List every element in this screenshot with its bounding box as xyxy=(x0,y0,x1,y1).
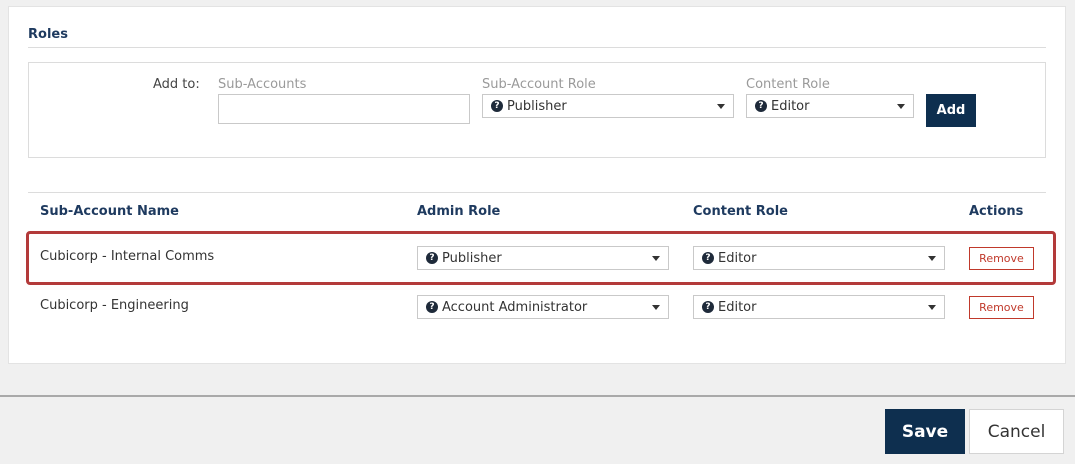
admin-role-select[interactable]: ? Account Administrator xyxy=(417,295,669,319)
sub-account-role-label: Sub-Account Role xyxy=(482,77,596,92)
question-circle-icon: ? xyxy=(426,301,438,313)
sub-accounts-input[interactable] xyxy=(218,94,470,124)
column-header-actions: Actions xyxy=(969,204,1024,219)
sub-account-role-select[interactable]: ? Publisher xyxy=(482,94,734,118)
select-value: Publisher xyxy=(507,98,567,114)
content-role-select[interactable]: ? Editor xyxy=(693,246,945,270)
footer-divider xyxy=(0,395,1075,397)
select-value: Editor xyxy=(718,299,757,315)
column-header-admin-role: Admin Role xyxy=(417,204,501,219)
content-role-label: Content Role xyxy=(746,77,830,92)
cancel-button[interactable]: Cancel xyxy=(969,409,1064,454)
row-name: Cubicorp - Internal Comms xyxy=(40,249,215,264)
caret-down-icon xyxy=(652,256,660,261)
remove-button[interactable]: Remove xyxy=(969,247,1034,270)
admin-role-select[interactable]: ? Publisher xyxy=(417,246,669,270)
select-value: Editor xyxy=(718,250,757,266)
question-circle-icon: ? xyxy=(702,252,714,264)
table-top-divider xyxy=(28,192,1046,193)
caret-down-icon xyxy=(717,104,725,109)
roles-panel: Roles Add to: Sub-Accounts Sub-Account R… xyxy=(8,6,1066,364)
select-value: Publisher xyxy=(442,250,502,266)
add-role-form: Add to: Sub-Accounts Sub-Account Role ? … xyxy=(28,62,1046,158)
section-title: Roles xyxy=(28,27,68,42)
question-circle-icon: ? xyxy=(755,100,767,112)
select-value: Editor xyxy=(771,98,810,114)
column-header-content-role: Content Role xyxy=(693,204,788,219)
question-circle-icon: ? xyxy=(702,301,714,313)
row-name: Cubicorp - Engineering xyxy=(40,298,189,313)
question-circle-icon: ? xyxy=(426,252,438,264)
content-role-select[interactable]: ? Editor xyxy=(693,295,945,319)
sub-accounts-label: Sub-Accounts xyxy=(218,77,307,92)
save-button[interactable]: Save xyxy=(885,409,965,454)
add-to-label: Add to: xyxy=(153,77,200,92)
column-header-name: Sub-Account Name xyxy=(40,204,179,219)
caret-down-icon xyxy=(928,256,936,261)
caret-down-icon xyxy=(897,104,905,109)
divider xyxy=(28,47,1046,48)
select-value: Account Administrator xyxy=(442,299,588,315)
remove-button[interactable]: Remove xyxy=(969,296,1034,319)
content-role-select[interactable]: ? Editor xyxy=(746,94,914,118)
caret-down-icon xyxy=(928,305,936,310)
question-circle-icon: ? xyxy=(491,100,503,112)
add-button[interactable]: Add xyxy=(926,94,976,127)
caret-down-icon xyxy=(652,305,660,310)
